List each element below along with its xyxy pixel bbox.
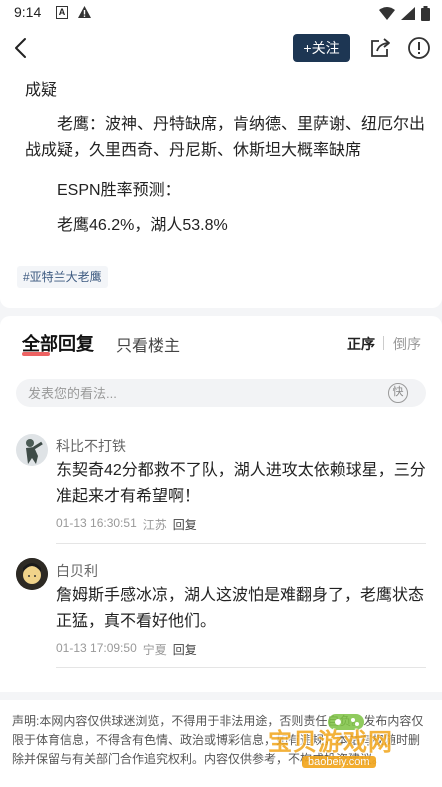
tab-host-only[interactable]: 只看楼主 [116, 332, 180, 356]
top-nav-bar: +关注 [0, 26, 442, 72]
watermark-url: baobeiy.com [302, 756, 376, 768]
article-body: 成疑 老鹰：波神、丹特缺席，肯纳德、里萨谢、纽厄尔出战成疑，久里西奇、丹尼斯、休… [0, 72, 442, 308]
active-tab-indicator [22, 352, 50, 356]
comment-username[interactable]: 白贝利 [56, 561, 98, 581]
comment-location: 宁夏 [142, 643, 167, 657]
sort-divider [383, 336, 384, 350]
sort-ascending[interactable]: 正序 [347, 334, 375, 354]
watermark: 宝贝游戏网 baobeiy.com [262, 712, 438, 778]
follow-button[interactable]: +关注 [293, 34, 350, 62]
signal-icon [401, 7, 415, 20]
status-bar: 9:14 A [0, 0, 442, 26]
comment-text: 詹姆斯手感冰凉，湖人这波怕是难翻身了，老鹰状态正猛，真不看好他们。 [56, 587, 425, 630]
comment-text: 东契奇42分都救不了队，湖人进攻太依赖球星，三分准起来才有希望啊！ [56, 462, 426, 505]
comment-time: 01-13 16:30:51 [56, 516, 137, 530]
topic-tag[interactable]: #亚特兰大老鹰 [17, 266, 108, 288]
comment-time: 01-13 17:09:50 [56, 641, 137, 655]
back-arrow-icon[interactable] [10, 36, 34, 60]
comment-location: 江苏 [142, 518, 167, 532]
article-paragraph-odds: 老鹰46.2%，湖人53.8% [57, 217, 228, 234]
status-time: 9:14 [14, 4, 42, 20]
replies-section: 全部回复 只看楼主 正序 倒序 快 科比不打铁 东契奇42分都救不了队，湖人进攻… [0, 316, 442, 692]
comment-meta: 01-13 16:30:51 江苏 回复 [56, 516, 197, 533]
article-paragraph-lineups: 老鹰：波神、丹特缺席，肯纳德、里萨谢、纽厄尔出战成疑，久里西奇、丹尼斯、休斯坦大… [25, 116, 426, 159]
comment-username[interactable]: 科比不打铁 [56, 436, 126, 456]
comment-input[interactable] [16, 379, 426, 407]
comment-meta: 01-13 17:09:50 宁夏 回复 [56, 641, 197, 658]
quick-reply-icon[interactable]: 快 [388, 383, 408, 403]
wifi-icon [379, 7, 395, 20]
comment-divider [56, 543, 426, 544]
watermark-text: 宝贝游戏网 [268, 729, 393, 756]
reply-button[interactable]: 回复 [173, 641, 197, 658]
avatar[interactable] [16, 558, 48, 590]
avatar[interactable] [16, 434, 48, 466]
comment-divider [56, 667, 426, 668]
a-square-icon: A [56, 6, 68, 19]
sort-descending[interactable]: 倒序 [393, 334, 421, 354]
info-icon[interactable] [407, 36, 431, 60]
warning-icon [78, 6, 91, 18]
share-icon[interactable] [368, 36, 392, 60]
article-paragraph-continuation: 成疑 [25, 82, 58, 99]
reply-button[interactable]: 回复 [173, 516, 197, 533]
status-right [379, 6, 430, 21]
article-paragraph-espn: ESPN胜率预测： [57, 182, 181, 199]
battery-icon [421, 6, 430, 21]
